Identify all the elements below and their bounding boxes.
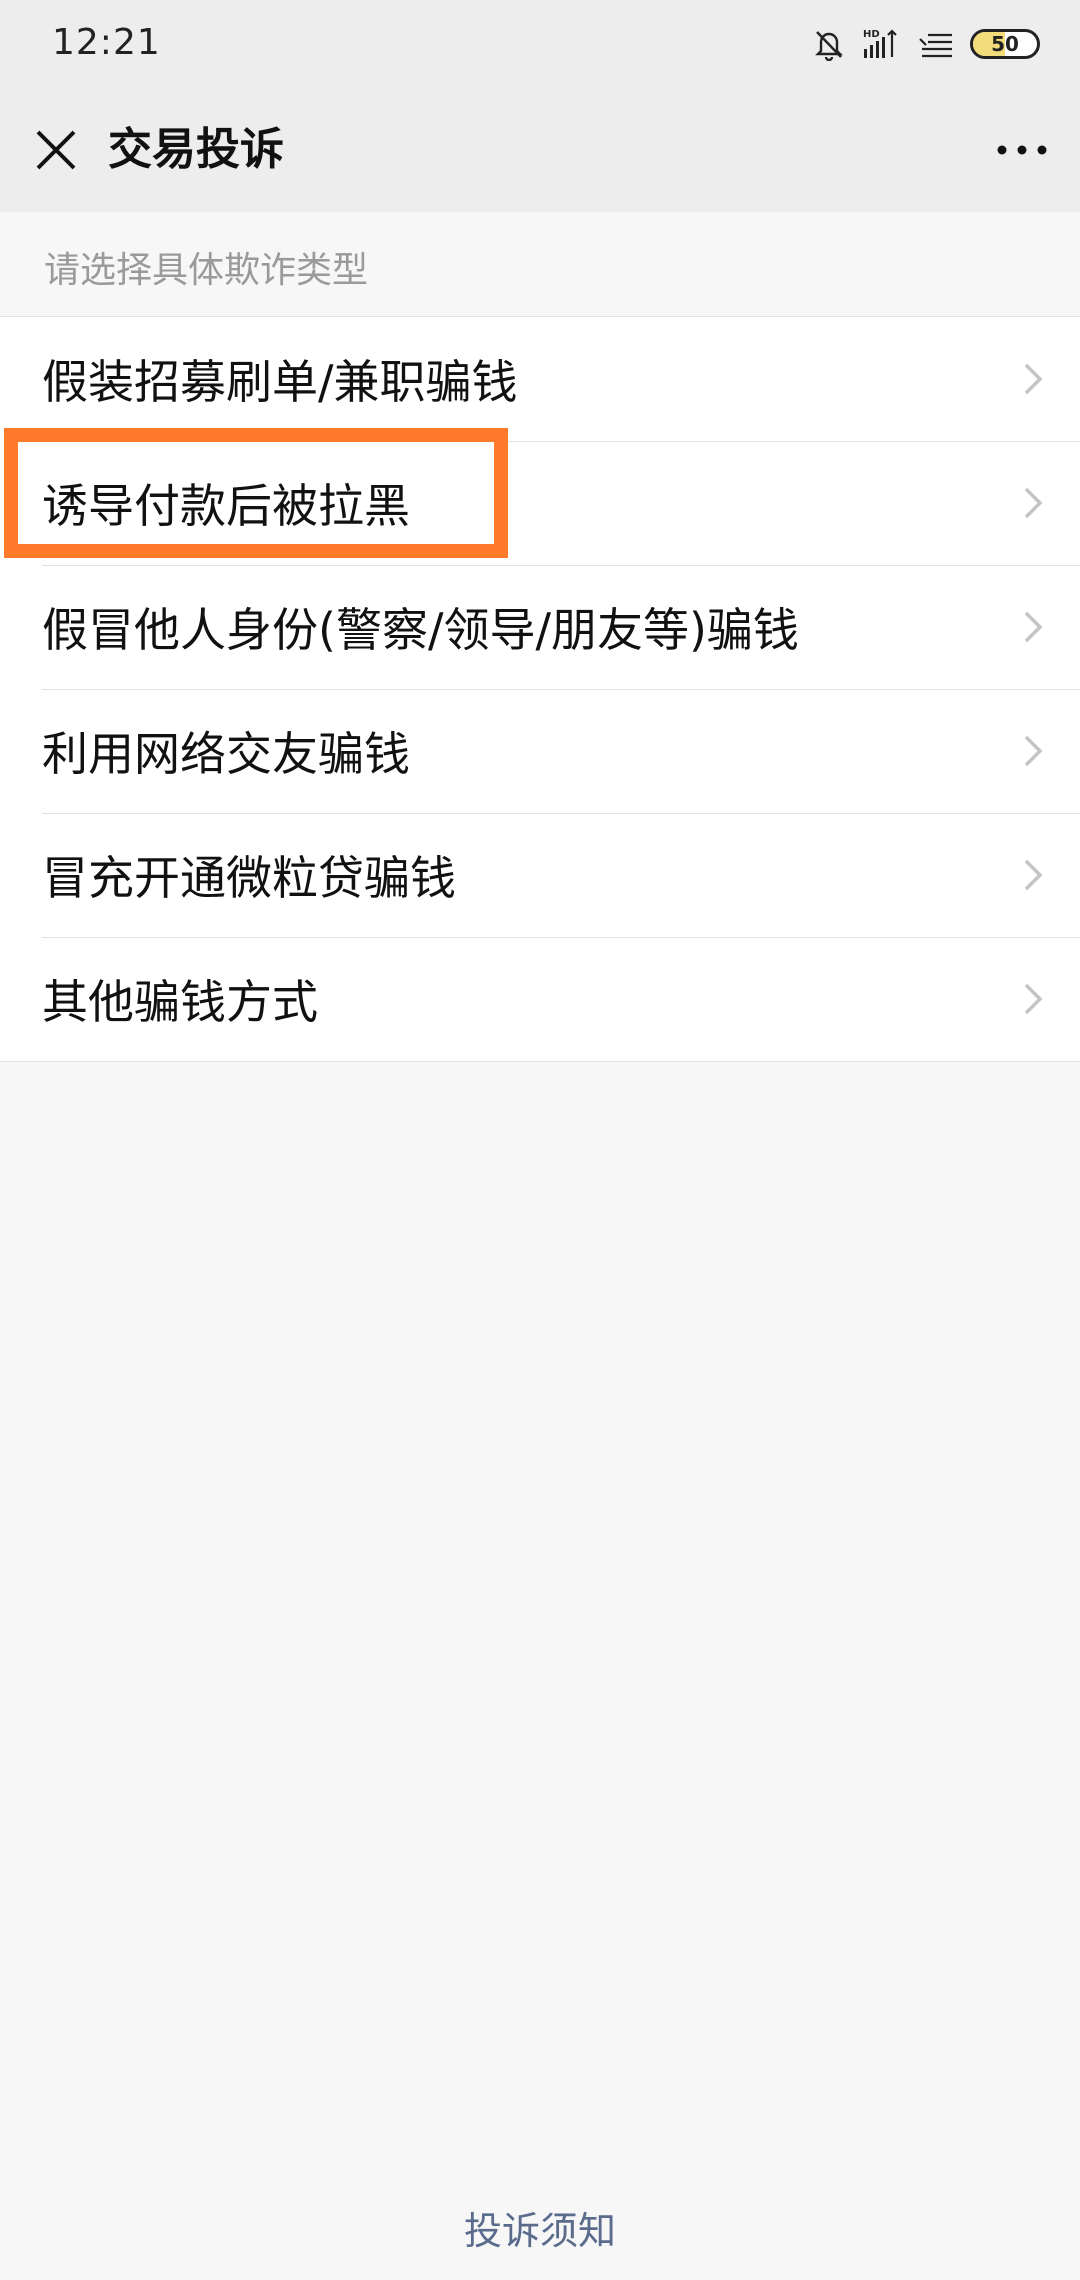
battery-icon: 50 [970, 29, 1040, 59]
mute-bell-icon [812, 27, 846, 61]
battery-level: 50 [991, 32, 1019, 56]
page-title: 交易投诉 [108, 124, 284, 175]
chevron-right-icon [1024, 611, 1043, 643]
chevron-right-icon [1024, 859, 1043, 891]
complaint-notice-link[interactable]: 投诉须知 [0, 2200, 1080, 2255]
list-item-label: 利用网络交友骗钱 [42, 727, 410, 781]
list-item-label: 冒充开通微粒贷骗钱 [42, 851, 456, 905]
fraud-type-list: 假装招募刷单/兼职骗钱 诱导付款后被拉黑 假冒他人身份(警察/领导/朋友等)骗钱… [0, 316, 1080, 1062]
chevron-right-icon [1024, 487, 1043, 519]
nav-bar: 交易投诉 [0, 90, 1080, 212]
list-item-other[interactable]: 其他骗钱方式 [0, 937, 1080, 1061]
section-header: 请选择具体欺诈类型 [44, 250, 369, 291]
status-icons: HD 50 [812, 24, 1040, 64]
chevron-right-icon [1024, 363, 1043, 395]
close-icon [36, 130, 76, 170]
more-button[interactable] [992, 120, 1052, 180]
list-item-blocked-after-payment[interactable]: 诱导付款后被拉黑 [0, 441, 1080, 565]
list-item-label: 假装招募刷单/兼职骗钱 [42, 355, 518, 409]
list-item-fake-loan[interactable]: 冒充开通微粒贷骗钱 [0, 813, 1080, 937]
status-bar: 12:21 HD 50 [0, 0, 1080, 90]
list-item-label: 其他骗钱方式 [42, 975, 318, 1029]
list-item-label: 诱导付款后被拉黑 [42, 479, 410, 533]
screen: 12:21 HD 50 交易投诉 请选择具体欺诈类型 假装招募刷单/兼职骗钱 诱… [0, 0, 1080, 2280]
status-time: 12:21 [52, 22, 161, 63]
list-item-impersonation[interactable]: 假冒他人身份(警察/领导/朋友等)骗钱 [0, 565, 1080, 689]
svg-text:HD: HD [863, 29, 880, 40]
list-item-online-dating[interactable]: 利用网络交友骗钱 [0, 689, 1080, 813]
chevron-right-icon [1024, 735, 1043, 767]
chevron-right-icon [1024, 983, 1043, 1015]
wifi-icon [918, 27, 954, 61]
list-item-label: 假冒他人身份(警察/领导/朋友等)骗钱 [42, 603, 799, 657]
close-button[interactable] [26, 120, 86, 180]
more-icon [997, 145, 1047, 155]
hd-signal-icon: HD [862, 27, 902, 61]
list-item-fake-recruitment[interactable]: 假装招募刷单/兼职骗钱 [0, 317, 1080, 441]
